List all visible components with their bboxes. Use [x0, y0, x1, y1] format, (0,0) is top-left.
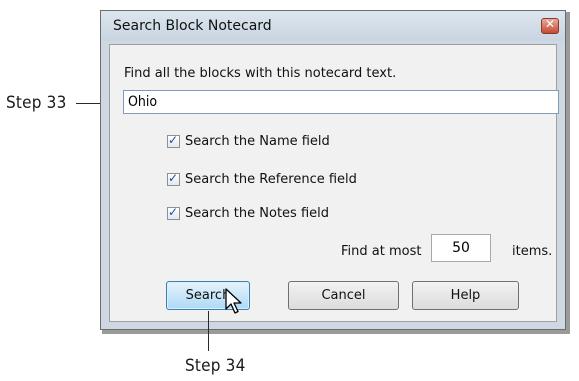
cancel-button[interactable]: Cancel: [288, 281, 399, 310]
search-reference-field-checkbox[interactable]: ✓: [167, 171, 180, 186]
items-label: items.: [512, 244, 553, 259]
search-name-field-label: Search the Name field: [185, 134, 330, 149]
checkmark-icon: ✓: [168, 133, 179, 147]
search-reference-field-label: Search the Reference field: [185, 172, 357, 187]
mouse-cursor-icon: [225, 288, 242, 314]
find-at-most-label: Find at most: [341, 244, 422, 259]
close-button[interactable]: ✕: [541, 17, 559, 34]
notecard-text-input[interactable]: Ohio: [123, 90, 559, 114]
search-notes-field-label: Search the Notes field: [185, 206, 329, 221]
dialog-title: Search Block Notecard: [113, 18, 272, 34]
checkmark-icon: ✓: [168, 171, 179, 185]
step-33-callout: Step 33: [6, 93, 67, 113]
checkmark-icon: ✓: [168, 205, 179, 219]
search-name-field-checkbox[interactable]: ✓: [167, 133, 180, 148]
help-button[interactable]: Help: [412, 281, 519, 310]
close-icon: ✕: [544, 17, 556, 31]
step-34-leader-line: [208, 311, 209, 351]
search-prompt-label: Find all the blocks with this notecard t…: [124, 66, 397, 81]
step-34-callout: Step 34: [185, 356, 246, 376]
dialog-titlebar[interactable]: Search Block Notecard ✕: [101, 11, 565, 41]
find-at-most-input[interactable]: 50: [431, 234, 491, 262]
search-notes-field-checkbox[interactable]: ✓: [167, 205, 180, 220]
